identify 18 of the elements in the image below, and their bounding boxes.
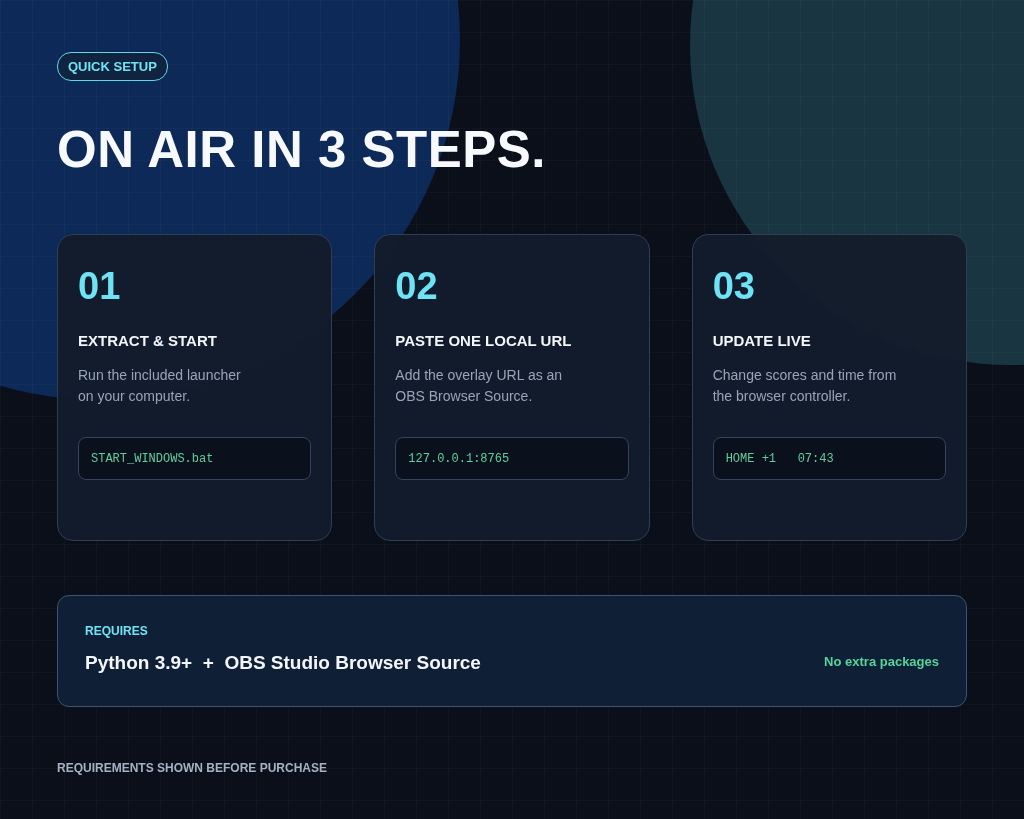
footer-note: REQUIREMENTS SHOWN BEFORE PURCHASE xyxy=(57,761,328,776)
step-heading: PASTE ONE LOCAL URL xyxy=(395,332,572,350)
step-heading: UPDATE LIVE xyxy=(712,332,811,350)
quick-setup-badge: QUICK SETUP xyxy=(57,52,168,81)
step-number: 03 xyxy=(712,265,755,309)
code-snippet: HOME +1 07:43 xyxy=(712,437,946,481)
page-title: ON AIR IN 3 STEPS. xyxy=(57,120,547,180)
step-description: Change scores and time from the browser controller. xyxy=(712,366,897,407)
requirements-text: Python 3.9+ + OBS Studio Browser Source xyxy=(85,652,481,675)
step-number: 02 xyxy=(395,265,438,309)
step-number: 01 xyxy=(78,265,121,309)
code-snippet: 127.0.0.1:8765 xyxy=(395,437,629,481)
requires-label: REQUIRES xyxy=(85,624,148,639)
step-description: Add the overlay URL as an OBS Browser Source. xyxy=(395,366,563,407)
requirements-note: No extra packages xyxy=(824,654,939,670)
code-snippet: START_WINDOWS.bat xyxy=(78,437,312,481)
step-heading: EXTRACT & START xyxy=(78,332,217,350)
step-description: Run the included launcher on your computer. xyxy=(78,366,241,407)
